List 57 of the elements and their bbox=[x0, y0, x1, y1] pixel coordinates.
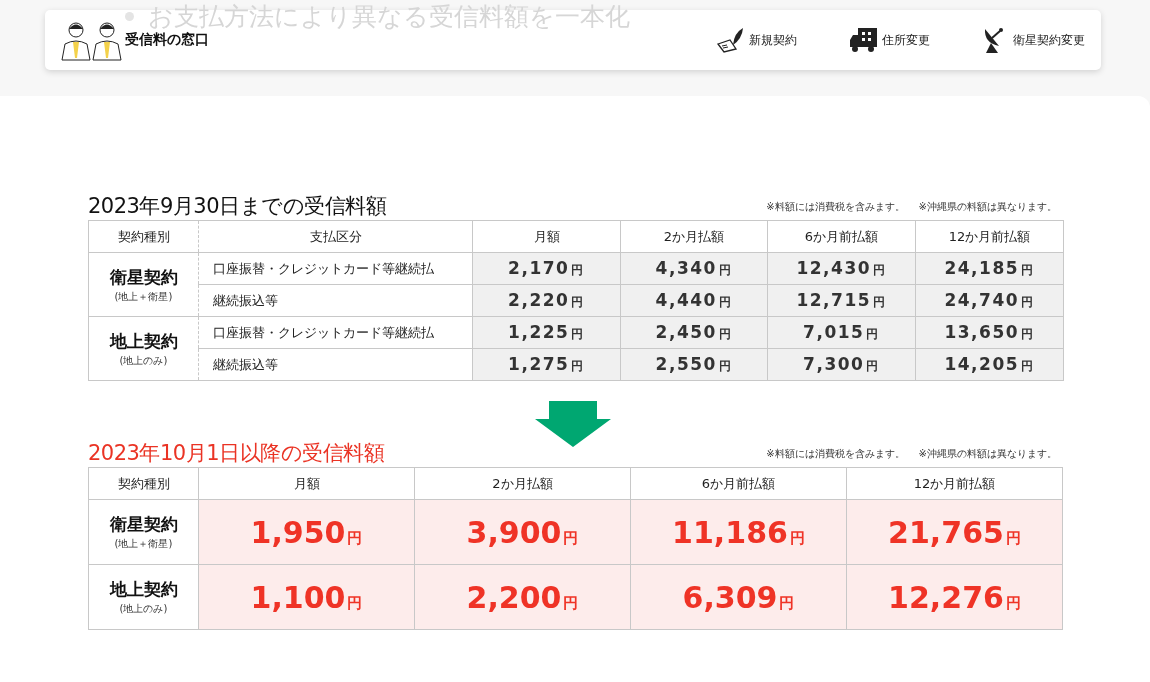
price-cell: 2,450 円 bbox=[620, 316, 768, 349]
table-title: 2023年9月30日までの受信料額 bbox=[88, 193, 387, 220]
price-cell: 1,100 円 bbox=[198, 564, 415, 630]
contract-type-cell: 衛星契約 (地上＋衛星) bbox=[88, 252, 199, 317]
contract-type-cell: 衛星契約 (地上＋衛星) bbox=[88, 499, 199, 565]
column-header: 支払区分 bbox=[198, 220, 473, 253]
price-cell: 4,340 円 bbox=[620, 252, 768, 285]
column-header: 12か月前払額 bbox=[915, 220, 1064, 253]
price-cell: 2,170 円 bbox=[472, 252, 621, 285]
nav-link[interactable]: 衛星契約変更 bbox=[982, 27, 1085, 53]
pen-on-paper-icon bbox=[716, 27, 746, 53]
price-cell: 21,765 円 bbox=[846, 499, 1063, 565]
price-cell: 1,225 円 bbox=[472, 316, 621, 349]
contract-type-cell: 地上契約 (地上のみ) bbox=[88, 564, 199, 630]
column-header: 6か月前払額 bbox=[630, 467, 847, 500]
price-cell: 12,276 円 bbox=[846, 564, 1063, 630]
table-title: 2023年10月1日以降の受信料額 bbox=[88, 440, 385, 467]
column-header: 契約種別 bbox=[88, 467, 199, 500]
truck-icon bbox=[849, 27, 879, 53]
column-header: 2か月払額 bbox=[620, 220, 768, 253]
price-cell: 2,550 円 bbox=[620, 348, 768, 381]
price-cell: 2,200 円 bbox=[414, 564, 631, 630]
price-cell: 13,650 円 bbox=[915, 316, 1064, 349]
note-text: ※沖縄県の料額は異なります。 bbox=[918, 200, 1057, 214]
price-cell: 1,950 円 bbox=[198, 499, 415, 565]
payment-method-cell: 継続振込等 bbox=[198, 284, 473, 317]
note-text: ※料額には消費税を含みます。 bbox=[766, 200, 905, 214]
payment-method-cell: 口座振替・クレジットカード等継続払 bbox=[198, 316, 473, 349]
payment-method-cell: 継続振込等 bbox=[198, 348, 473, 381]
note-text: ※沖縄県の料額は異なります。 bbox=[918, 447, 1057, 461]
price-cell: 11,186 円 bbox=[630, 499, 847, 565]
price-cell: 24,740 円 bbox=[915, 284, 1064, 317]
payment-method-cell: 口座振替・クレジットカード等継続払 bbox=[198, 252, 473, 285]
nav-link[interactable]: 住所変更 bbox=[849, 27, 930, 53]
price-cell: 12,715 円 bbox=[767, 284, 916, 317]
price-cell: 12,430 円 bbox=[767, 252, 916, 285]
price-cell: 4,440 円 bbox=[620, 284, 768, 317]
column-header: 月額 bbox=[472, 220, 621, 253]
column-header: 6か月前払額 bbox=[767, 220, 916, 253]
price-cell: 14,205 円 bbox=[915, 348, 1064, 381]
price-cell: 6,309 円 bbox=[630, 564, 847, 630]
column-header: 契約種別 bbox=[88, 220, 199, 253]
down-arrow-icon bbox=[535, 401, 611, 447]
note-text: ※料額には消費税を含みます。 bbox=[766, 447, 905, 461]
price-cell: 1,275 円 bbox=[472, 348, 621, 381]
column-header: 月額 bbox=[198, 467, 415, 500]
price-cell: 7,015 円 bbox=[767, 316, 916, 349]
site-title: 受信料の窓口 bbox=[125, 31, 209, 49]
price-cell: 2,220 円 bbox=[472, 284, 621, 317]
price-cell: 7,300 円 bbox=[767, 348, 916, 381]
contract-type-cell: 地上契約 (地上のみ) bbox=[88, 316, 199, 381]
column-header: 2か月払額 bbox=[414, 467, 631, 500]
column-header: 12か月前払額 bbox=[846, 467, 1063, 500]
nav-link[interactable]: 新規契約 bbox=[716, 27, 797, 53]
price-cell: 3,900 円 bbox=[414, 499, 631, 565]
price-cell: 24,185 円 bbox=[915, 252, 1064, 285]
two-people-icon bbox=[61, 19, 123, 61]
